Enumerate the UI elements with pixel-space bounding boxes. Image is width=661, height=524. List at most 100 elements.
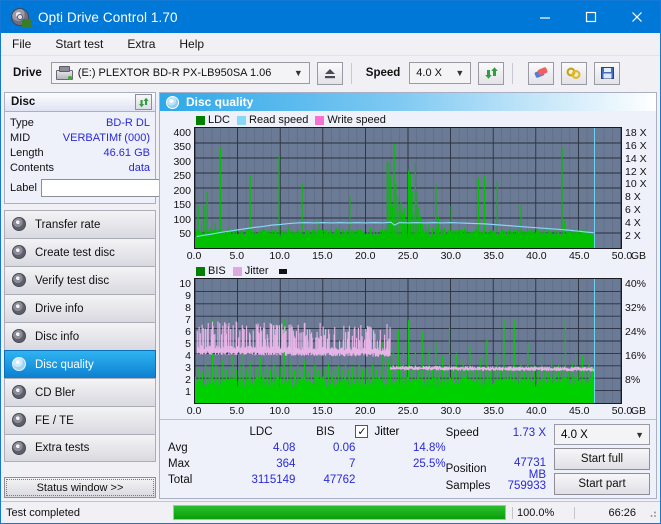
start-full-button[interactable]: Start full: [554, 448, 650, 470]
charts-area: LDC Read speed Write speed 400 350 300 250 2…: [160, 111, 656, 498]
disc-icon: [12, 217, 28, 232]
sidebar-item-disc-quality[interactable]: Disc quality: [4, 350, 156, 378]
tools-button[interactable]: [561, 61, 588, 85]
status-window-button[interactable]: Status window >>: [4, 477, 156, 498]
axis-tick-label: 4: [185, 350, 191, 362]
app-icon: [10, 7, 31, 28]
disc-mid-value: VERBATIMf (000): [62, 131, 150, 144]
speed-select[interactable]: 4.0 X ▼: [409, 62, 472, 84]
chevron-down-icon: ▼: [293, 68, 303, 78]
readout-position-value: 47731 MB: [514, 456, 546, 481]
axis-tick-label: 25.0: [397, 250, 419, 262]
chevron-down-icon: ▼: [635, 429, 644, 440]
readout-speed-value: 1.73 X: [512, 426, 546, 439]
jitter-toggle-cell: ✓ Jitter: [355, 424, 445, 440]
menu-file[interactable]: File: [10, 35, 42, 53]
main-panel: Disc quality LDC Read speed Write speed …: [159, 92, 657, 499]
stats-total-jitter: [355, 472, 445, 488]
menu-start-test[interactable]: Start test: [53, 35, 114, 53]
sidebar-item-extra-tests[interactable]: Extra tests: [4, 434, 156, 462]
disc-quality-icon: [166, 95, 179, 109]
stats-total-bis: 47762: [323, 473, 356, 486]
sidebar-item-fe-te[interactable]: FE / TE: [4, 406, 156, 434]
sidebar-item-transfer-rate[interactable]: Transfer rate: [4, 210, 156, 238]
legend-item-ldc: LDC: [196, 114, 230, 126]
axis-tick-label: 10.0: [269, 250, 290, 262]
ldc-y-axis: 400 350 300 250 200 150 100 50: [160, 127, 194, 249]
axis-tick-label: 400: [173, 126, 191, 139]
axis-tick-label: 40%: [625, 278, 647, 290]
axis-tick-label: 18 X: [625, 126, 647, 139]
axis-tick-label: 14 X: [625, 152, 647, 165]
ldc-plot: [194, 127, 622, 249]
legend-item-bis: BIS: [196, 265, 226, 277]
sidebar-nav: Transfer rate Create test disc Verify te…: [4, 210, 156, 462]
resize-grip-icon[interactable]: [646, 507, 658, 519]
start-part-button[interactable]: Start part: [554, 473, 650, 495]
axis-tick-label: 24%: [625, 326, 647, 338]
axis-tick-label: 200: [173, 184, 191, 197]
sidebar-item-verify-test-disc[interactable]: Verify test disc: [4, 266, 156, 294]
legend-swatch-jitter: [232, 266, 242, 276]
minimize-icon[interactable]: [522, 1, 568, 33]
stats-avg-bis: 0.06: [333, 441, 356, 454]
sidebar-item-label: Disc quality: [35, 358, 94, 371]
disc-icon: [12, 385, 28, 400]
ldc-y2-axis: 18 X 16 X 14 X 12 X 10 X8 X6 X4 X2 X: [622, 127, 656, 249]
axis-tick-label: 20.0: [354, 250, 376, 262]
axis-tick-label: 8: [185, 302, 191, 314]
stats-avg-ldc: 4.08: [273, 441, 296, 454]
sidebar-item-create-test-disc[interactable]: Create test disc: [4, 238, 156, 266]
erase-button[interactable]: [528, 61, 555, 85]
window-title: Opti Drive Control 1.70: [38, 9, 178, 25]
axis-tick-label: 12 X: [625, 165, 647, 178]
title-bar: Opti Drive Control 1.70: [1, 1, 660, 33]
axis-tick-label: 5.0: [229, 405, 245, 417]
sidebar-item-label: Disc info: [35, 330, 80, 343]
jitter-checkbox-group[interactable]: ✓ Jitter: [355, 425, 399, 438]
stats-max-bis: 7: [349, 457, 356, 470]
legend-label-jitter: Jitter: [244, 265, 269, 277]
ldc-plot-row: 400 350 300 250 200 150 100 50 18 X 16 X 14 X 12 X…: [160, 127, 656, 249]
legend-swatch-read-speed: [237, 115, 247, 125]
refresh-button[interactable]: [478, 61, 505, 85]
axis-tick-label: 15.0: [312, 405, 333, 417]
drive-select[interactable]: (E:) PLEXTOR BD-R PX-LB950SA 1.06 ▼: [50, 62, 310, 84]
axis-tick-label: 300: [173, 155, 191, 168]
legend-item-write-speed: Write speed: [315, 114, 386, 126]
axis-tick-label: 10.0: [269, 405, 290, 417]
sidebar-item-cd-bler[interactable]: CD Bler: [4, 378, 156, 406]
disc-length-value: 46.61 GB: [103, 146, 150, 159]
sidebar-item-drive-info[interactable]: Drive info: [4, 294, 156, 322]
sidebar-item-label: CD Bler: [35, 386, 76, 399]
sidebar-item-disc-info[interactable]: Disc info: [4, 322, 156, 350]
disc-label-row: Label: [10, 177, 239, 198]
axis-tick-label: 45.0: [568, 250, 590, 262]
disc-contents-value: data: [128, 161, 150, 174]
column-header-bis: BIS: [316, 425, 335, 438]
eject-button[interactable]: [316, 61, 343, 85]
menu-help[interactable]: Help: [177, 35, 215, 53]
axis-tick-label: 25.0: [397, 405, 419, 417]
save-button[interactable]: [594, 61, 621, 85]
speed-label: Speed: [365, 67, 401, 79]
axis-tick-label: 50.0: [611, 405, 633, 417]
close-icon[interactable]: [614, 1, 660, 33]
bis-y-axis: 10 9 8 7 6 5 4 3 2 1: [160, 278, 194, 404]
progress-percent: 100.0%: [512, 506, 574, 519]
readout-labels: Speed 1.73 X Position 47731 MB Samples 7…: [446, 424, 554, 495]
readout-speed-row: Speed 1.73 X: [446, 424, 554, 441]
axis-tick-label: 2 X: [625, 230, 641, 243]
disc-refresh-button[interactable]: [135, 94, 152, 110]
maximize-icon[interactable]: [568, 1, 614, 33]
menu-extra[interactable]: Extra: [125, 35, 166, 53]
jitter-checkbox[interactable]: ✓: [355, 425, 369, 438]
stats-table-wrap: LDC BIS ✓ Jitter Avg 4.08 0.06 14.8% Max…: [160, 424, 446, 495]
legend-marker-box: [278, 268, 287, 274]
disc-label-label: Label: [10, 181, 37, 194]
sidebar-item-label: Transfer rate: [35, 218, 101, 231]
test-speed-select[interactable]: 4.0 X ▼: [554, 424, 650, 445]
bis-x-axis: 0.0 5.0 10.0 15.0 20.0 25.0 30.0 35.0 40.0 45.0 50…: [187, 404, 646, 419]
toolbar: Drive (E:) PLEXTOR BD-R PX-LB950SA 1.06 …: [1, 56, 660, 90]
disc-mid-label: MID: [10, 131, 31, 144]
